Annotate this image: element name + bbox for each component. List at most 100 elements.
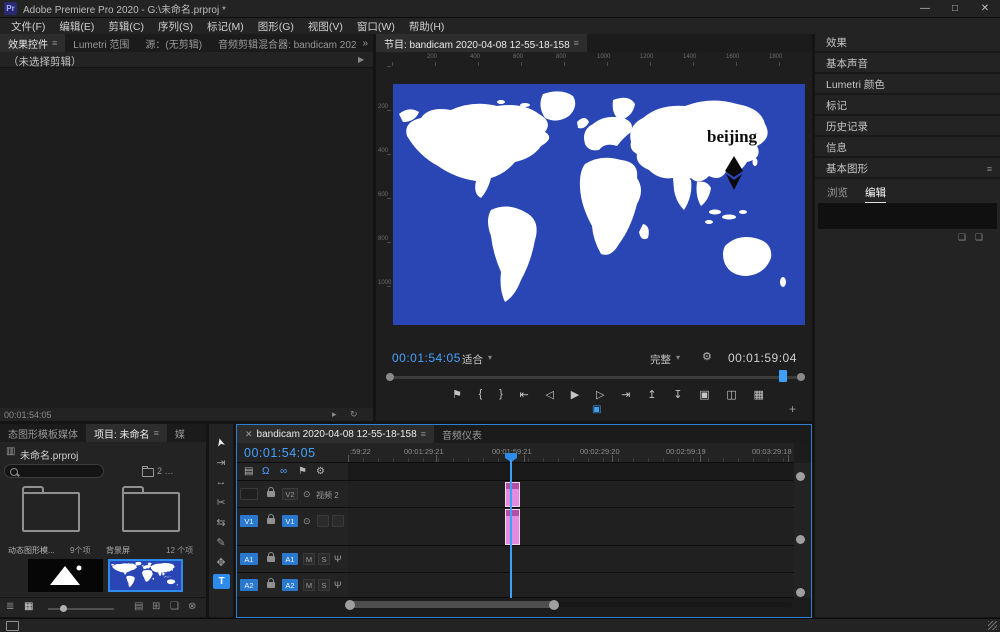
timeline-marker-lane[interactable] <box>348 463 794 481</box>
step-back-icon[interactable]: ◁ <box>546 388 554 401</box>
multicam-view-icon[interactable]: ▦ <box>754 388 764 401</box>
timeline-ruler[interactable]: :59:22 00:01:29:21 00:01:59:21 00:02:29:… <box>348 443 794 463</box>
lift-icon[interactable]: ↥ <box>647 388 656 401</box>
lock-icon[interactable] <box>267 518 275 524</box>
minimize-button[interactable]: — <box>910 0 940 17</box>
zoom-slider-handle[interactable] <box>60 605 67 612</box>
solo-button[interactable]: S <box>318 553 330 565</box>
new-item-icon[interactable]: ❏ <box>170 601 179 612</box>
tab-overflow-icon[interactable]: » <box>357 34 373 52</box>
sidebar-item-effects[interactable]: 效果 <box>815 34 1000 53</box>
track-option-icon[interactable] <box>332 515 344 527</box>
scrub-left-handle[interactable] <box>386 373 394 381</box>
video-clip-v1[interactable] <box>505 509 520 545</box>
track-header-a2[interactable]: A2 A2 M S Ψ <box>237 573 348 598</box>
comparison-view-icon[interactable]: ◫ <box>726 388 736 401</box>
tab-lumetri-scopes[interactable]: Lumetri 范围 <box>65 34 137 52</box>
project-item-folder[interactable]: 背景屏 12 个项 <box>104 484 202 556</box>
tab-media-browser[interactable]: 媒 <box>167 424 193 442</box>
thumbnail-zoom-slider[interactable] <box>48 608 114 610</box>
menu-clip[interactable]: 剪辑(C) <box>101 19 151 34</box>
track-target-a1[interactable]: A1 <box>282 553 298 565</box>
ripple-edit-tool[interactable]: ↔ <box>210 474 232 490</box>
sidebar-item-info[interactable]: 信息 <box>815 139 1000 158</box>
menu-graphics[interactable]: 图形(G) <box>251 19 301 34</box>
track-target-v1[interactable]: V1 <box>282 515 298 527</box>
drag-video-icon[interactable]: ▣ <box>592 404 601 415</box>
eg-new-layer-icon[interactable]: ❏ <box>958 232 966 243</box>
maximize-button[interactable]: □ <box>940 0 970 17</box>
panel-menu-icon[interactable]: ≡ <box>987 164 992 174</box>
solo-button[interactable]: S <box>318 579 330 591</box>
menu-help[interactable]: 帮助(H) <box>402 19 452 34</box>
scrub-right-handle[interactable] <box>797 373 805 381</box>
lock-icon[interactable] <box>267 491 275 497</box>
icon-view-icon[interactable]: ▦ <box>24 601 33 612</box>
track-option-icon[interactable] <box>317 515 329 527</box>
step-forward-icon[interactable]: ▷ <box>596 388 604 401</box>
project-file-name[interactable]: 未命名.prproj <box>20 447 78 462</box>
mute-button[interactable]: M <box>303 579 315 591</box>
track-lane-v2[interactable] <box>348 481 794 508</box>
tab-edit[interactable]: 编辑 <box>865 185 886 204</box>
timeline-settings-icon[interactable]: ⚙ <box>316 466 325 477</box>
zoom-handle-left[interactable] <box>345 600 355 610</box>
playback-resolution-select[interactable]: 完整 <box>650 352 671 367</box>
tab-source-monitor[interactable]: 源：(无剪辑) <box>137 34 210 52</box>
toggle-track-output-icon[interactable]: ⊙ <box>303 490 311 499</box>
v-scroll-handle[interactable] <box>796 588 805 597</box>
menu-file[interactable]: 文件(F) <box>4 19 52 34</box>
track-header-v1[interactable]: V1 V1 ⊙ <box>237 508 348 546</box>
eg-delete-icon[interactable]: ❏ <box>975 232 983 243</box>
source-patch-a2[interactable]: A2 <box>240 579 258 591</box>
track-lane-a2[interactable] <box>348 573 794 598</box>
tab-browse[interactable]: 浏览 <box>827 185 848 200</box>
close-tab-icon[interactable]: ✕ <box>245 429 253 440</box>
source-patch-a1[interactable]: A1 <box>240 553 258 565</box>
lock-icon[interactable] <box>267 582 275 588</box>
sidebar-item-essential-graphics[interactable]: 基本图形 ≡ <box>815 160 1000 179</box>
sidebar-item-history[interactable]: 历史记录 <box>815 118 1000 137</box>
snap-icon[interactable]: Ω <box>262 466 269 477</box>
export-frame-icon[interactable]: ▣ <box>699 388 709 401</box>
menu-sequence[interactable]: 序列(S) <box>151 19 200 34</box>
panel-menu-icon[interactable]: ≡ <box>154 428 159 438</box>
automate-to-sequence-icon[interactable]: ▤ <box>134 601 143 612</box>
program-playhead[interactable] <box>779 370 787 382</box>
linked-selection-icon[interactable]: ∞ <box>280 466 287 477</box>
type-tool[interactable]: T <box>213 574 230 589</box>
mark-in-icon[interactable]: { <box>479 388 483 400</box>
v-scroll-handle[interactable] <box>796 535 805 544</box>
sidebar-item-markers[interactable]: 标记 <box>815 97 1000 116</box>
panel-menu-icon[interactable]: ≡ <box>574 38 579 48</box>
tab-audio-clip-mixer[interactable]: 音频剪辑混合器: bandicam 2020-04-0 <box>210 34 357 52</box>
hand-tool[interactable]: ✥ <box>210 554 232 570</box>
panel-menu-icon[interactable]: ≡ <box>421 429 426 439</box>
voiceover-mic-icon[interactable]: Ψ <box>334 554 342 564</box>
toggle-track-output-icon[interactable]: ⊙ <box>303 517 311 526</box>
voiceover-mic-icon[interactable]: Ψ <box>334 580 342 590</box>
program-current-timecode[interactable]: 00:01:54:05 <box>392 351 461 365</box>
track-lane-a1[interactable] <box>348 546 794 573</box>
ec-timeline-toggle-icon[interactable]: ▶ <box>358 55 364 64</box>
zoom-handle-right[interactable] <box>549 600 559 610</box>
ec-loop-icon[interactable]: ↻ <box>350 409 358 420</box>
add-marker-icon[interactable]: ⚑ <box>298 466 307 477</box>
menu-markers[interactable]: 标记(M) <box>200 19 251 34</box>
v-scroll-handle[interactable] <box>796 472 805 481</box>
slip-tool[interactable]: ⇆ <box>210 514 232 530</box>
source-patch-v2[interactable] <box>240 488 258 500</box>
menu-window[interactable]: 窗口(W) <box>350 19 402 34</box>
tab-motion-graphics-templates[interactable]: 态图形模板媒体 <box>0 424 86 442</box>
tab-project[interactable]: 项目: 未命名 ≡ <box>86 424 167 442</box>
resize-grip[interactable] <box>988 621 997 630</box>
tab-audio-meters[interactable]: 音频仪表 <box>434 425 490 443</box>
list-view-icon[interactable]: ≣ <box>6 601 14 612</box>
track-select-tool[interactable]: ⇥ <box>210 454 232 470</box>
tab-program-monitor[interactable]: 节目: bandicam 2020-04-08 12-55-18-158 ≡ <box>376 34 587 52</box>
new-bin-icon[interactable]: ⊞ <box>152 601 160 612</box>
mark-out-icon[interactable]: } <box>499 388 503 400</box>
sidebar-item-lumetri-color[interactable]: Lumetri 颜色 <box>815 76 1000 95</box>
playhead-line[interactable] <box>510 460 512 598</box>
timeline-current-timecode[interactable]: 00:01:54:05 <box>244 446 316 460</box>
